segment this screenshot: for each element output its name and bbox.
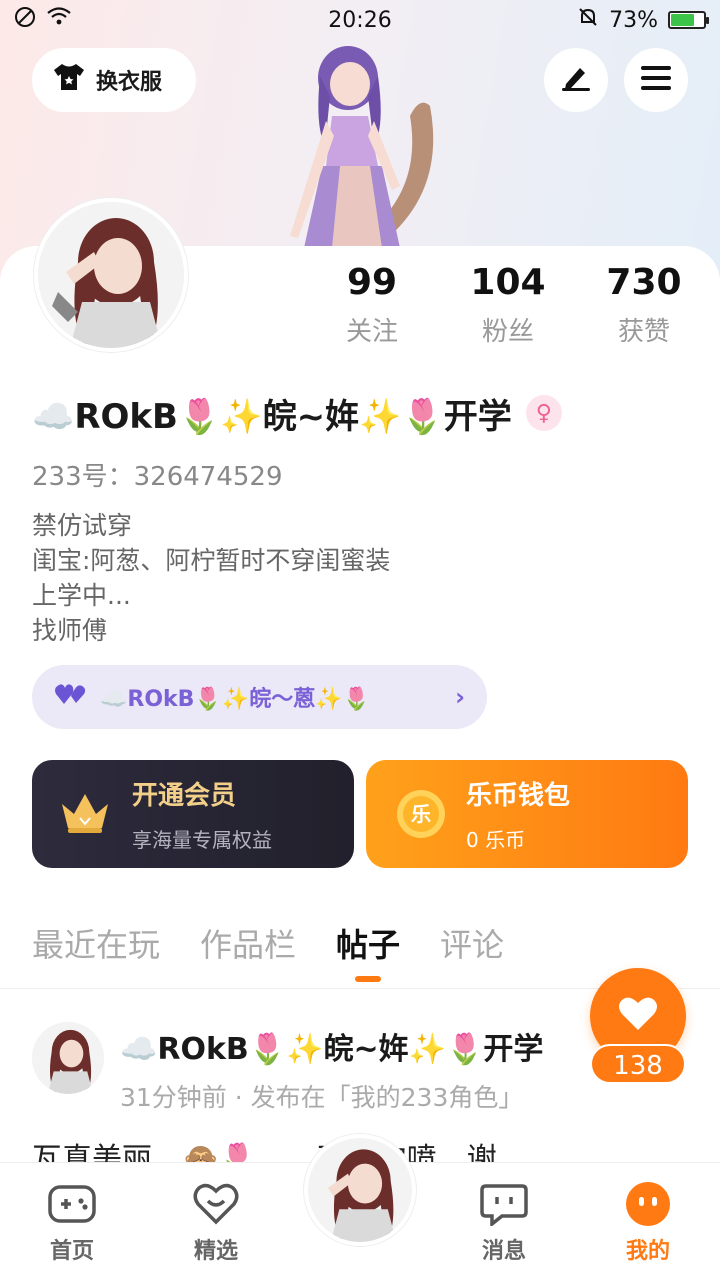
wifi-icon xyxy=(46,7,72,33)
chat-bubble-icon xyxy=(459,1181,549,1227)
gamepad-icon xyxy=(27,1181,117,1227)
tab-posts[interactable]: 帖子 xyxy=(336,920,400,966)
stat-value: 730 xyxy=(606,262,682,303)
stat-value: 104 xyxy=(470,262,546,303)
bio-line: 找师傅 xyxy=(32,616,108,645)
vip-membership-card[interactable]: 开通会员 享海量专属权益 xyxy=(32,760,354,868)
menu-button[interactable] xyxy=(624,48,688,112)
wallet-balance: 0 乐币 xyxy=(466,828,526,852)
status-bar: 20:26 73% xyxy=(0,0,720,40)
wallet-card[interactable]: 乐 乐币钱包 0 乐币 xyxy=(366,760,688,868)
bestie-link[interactable]: ☁️ROkB🌷✨皖～蒽✨🌷 › xyxy=(32,665,487,729)
tab-works[interactable]: 作品栏 xyxy=(200,920,296,966)
profile-avatar[interactable] xyxy=(34,198,188,352)
vip-title: 开通会员 xyxy=(132,781,237,811)
nickname: ☁️ROkB🌷✨皖~姩✨🌷开学 xyxy=(32,396,512,437)
bio-line: 闺宝:阿葱、阿柠暂时不穿闺蜜装 xyxy=(32,546,391,575)
nav-home[interactable]: 首页 xyxy=(27,1181,117,1265)
chevron-right-icon: › xyxy=(455,683,465,711)
bio-line: 禁仿试穿 xyxy=(32,511,133,540)
heart-icon xyxy=(618,996,658,1036)
bio: 禁仿试穿 闺宝:阿葱、阿柠暂时不穿闺蜜装 上学中... 找师傅 xyxy=(32,508,390,648)
profile-face-icon xyxy=(603,1181,693,1227)
heart-smile-icon xyxy=(171,1181,261,1227)
double-heart-icon xyxy=(54,682,88,712)
do-not-disturb-icon xyxy=(14,6,36,34)
crown-icon xyxy=(58,790,112,838)
female-gender-icon: ♀ xyxy=(525,395,562,431)
center-avatar-button[interactable] xyxy=(304,1134,416,1246)
hamburger-menu-icon xyxy=(641,65,671,95)
pencil-icon xyxy=(560,64,592,96)
bell-muted-icon xyxy=(577,6,599,34)
wallet-title: 乐币钱包 xyxy=(466,781,571,811)
post-meta: 31分钟前 · 发布在「我的233角色」 xyxy=(120,1083,524,1112)
like-count: 138 xyxy=(590,1044,686,1084)
edit-button[interactable] xyxy=(544,48,608,112)
nickname-row: ☁️ROkB🌷✨皖~姩✨🌷开学 ♀ xyxy=(32,388,562,438)
nav-messages[interactable]: 消息 xyxy=(459,1181,549,1265)
stat-label: 获赞 xyxy=(617,317,670,347)
bestie-name: ☁️ROkB🌷✨皖～蒽✨🌷 xyxy=(100,687,371,712)
nav-label: 消息 xyxy=(481,1239,526,1264)
stat-value: 99 xyxy=(346,262,398,303)
stat-likes[interactable]: 730 获赞 xyxy=(584,262,704,348)
avatar-character-image[interactable] xyxy=(270,36,460,248)
post-author-avatar[interactable] xyxy=(32,1022,104,1094)
nav-label: 精选 xyxy=(193,1239,238,1264)
tab-recent-played[interactable]: 最近在玩 xyxy=(32,920,160,966)
stat-followers[interactable]: 104 粉丝 xyxy=(448,262,568,348)
nav-label: 我的 xyxy=(625,1239,670,1264)
nav-me[interactable]: 我的 xyxy=(603,1181,693,1265)
tab-comments[interactable]: 评论 xyxy=(440,920,504,966)
nav-featured[interactable]: 精选 xyxy=(171,1181,261,1265)
post-author-name[interactable]: ☁️ROkB🌷✨皖~姩✨🌷开学 xyxy=(120,1024,543,1068)
user-id[interactable]: 233号：326474529 xyxy=(32,456,283,493)
vip-subtitle: 享海量专属权益 xyxy=(132,828,272,852)
shirt-icon xyxy=(52,62,86,98)
battery-percent: 73% xyxy=(609,7,658,33)
dress-up-button[interactable]: 换衣服 xyxy=(32,48,196,112)
stat-label: 关注 xyxy=(345,317,398,347)
coin-glyph: 乐 xyxy=(411,802,431,826)
content-tabs: 最近在玩 作品栏 帖子 评论 xyxy=(32,920,504,966)
stat-label: 粉丝 xyxy=(481,317,534,347)
battery-icon xyxy=(668,11,709,29)
nav-label: 首页 xyxy=(49,1239,94,1264)
coin-icon: 乐 xyxy=(396,789,446,839)
battery-level xyxy=(671,14,695,26)
bio-line: 上学中... xyxy=(32,581,131,610)
stat-following[interactable]: 99 关注 xyxy=(312,262,432,348)
dress-up-label: 换衣服 xyxy=(96,70,163,95)
